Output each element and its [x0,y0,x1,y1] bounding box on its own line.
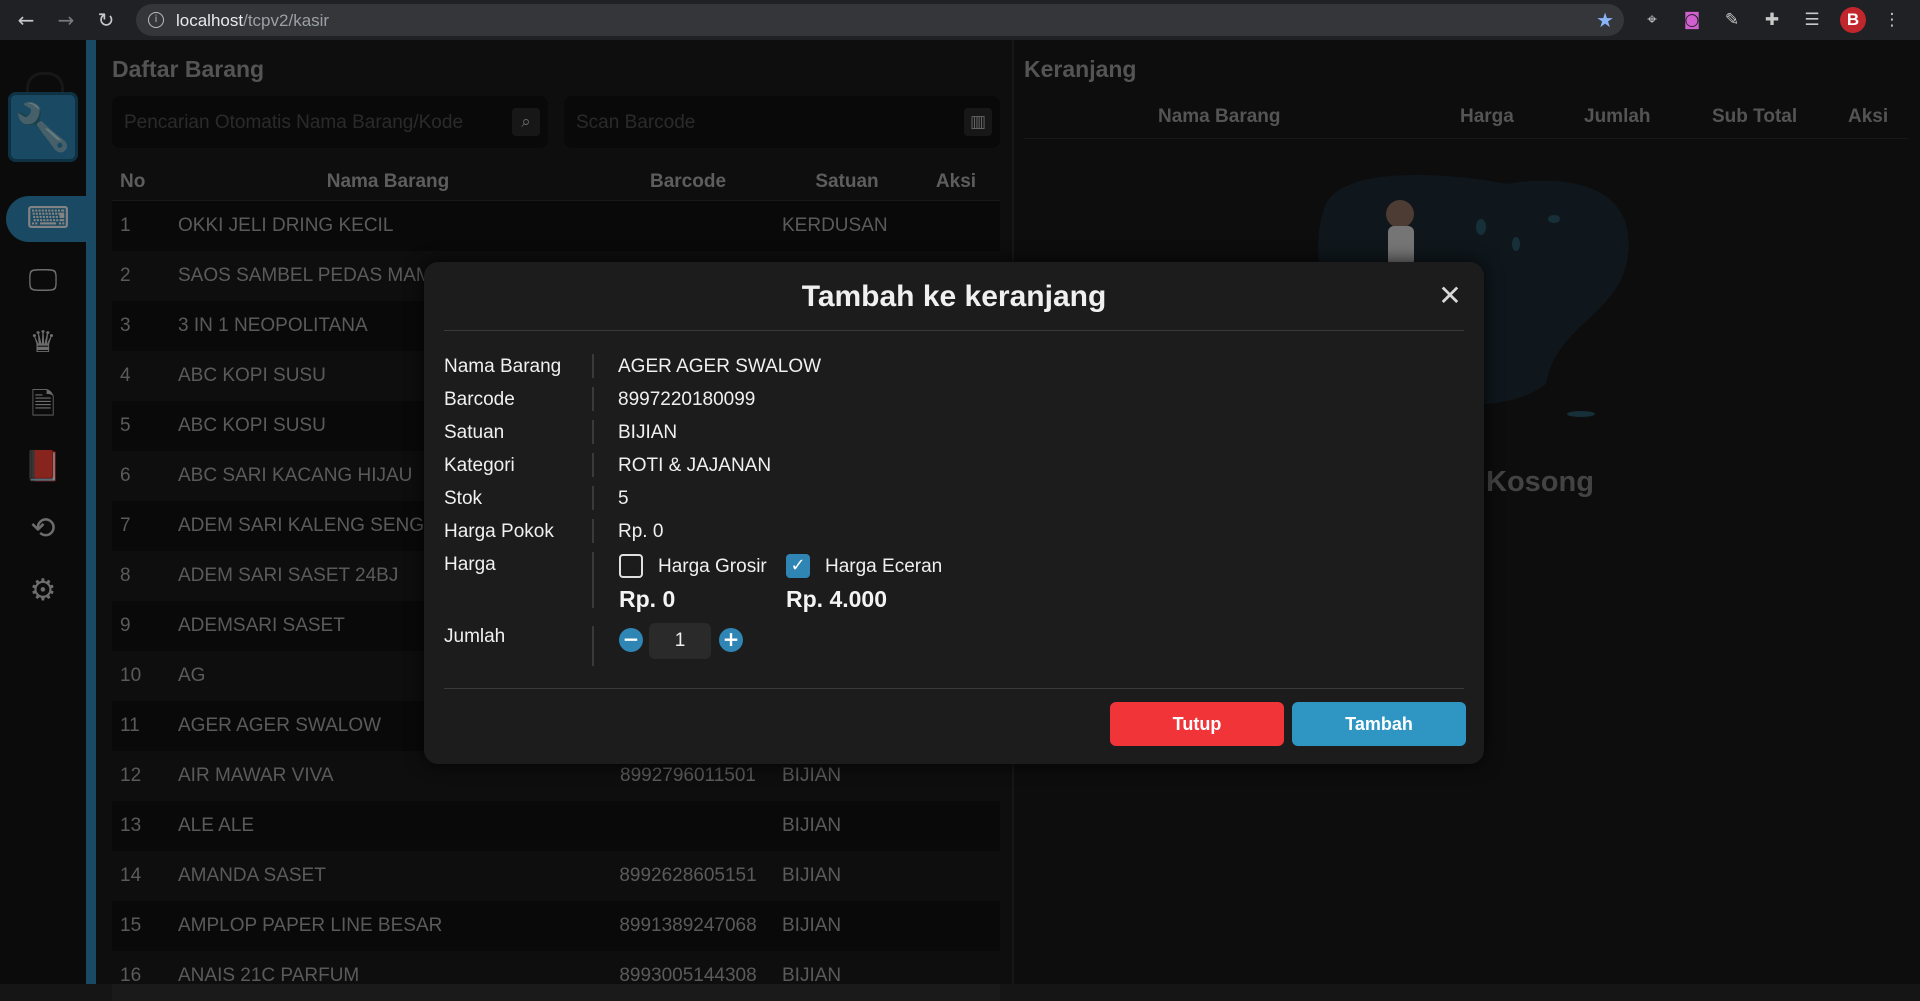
detail-label: Satuan [444,422,505,443]
location-icon[interactable]: ⌖ [1640,8,1664,32]
qty-label: Jumlah [444,626,506,647]
address-bar[interactable]: i localhost/tcpv2/kasir ★ [136,4,1624,36]
detail-row: Kategori ROTI & JAJANAN [444,453,1444,479]
qty-input[interactable] [649,623,711,659]
pen-icon[interactable]: ✎ [1720,8,1744,32]
reading-list-icon[interactable]: ☰ [1800,8,1824,32]
modal-header-divider [444,330,1464,331]
qty-row: Jumlah [444,626,1444,666]
browser-toolbar: ← → ↻ i localhost/tcpv2/kasir ★ ⌖ ◙ ✎ ✚ … [0,0,1920,40]
field-separator [592,552,594,608]
qty-decrease-minus-icon[interactable]: − [619,628,643,652]
detail-label: Nama Barang [444,356,562,377]
extensions-puzzle-icon[interactable]: ✚ [1760,8,1784,32]
field-separator [592,420,594,444]
close-icon[interactable]: ✕ [1436,282,1464,310]
detail-label: Barcode [444,389,515,410]
wholesale-price-value: Rp. 0 [619,586,676,612]
back-icon[interactable]: ← [14,8,38,32]
profile-avatar[interactable]: B [1840,7,1866,33]
detail-label: Stok [444,488,483,509]
detail-row: Stok 5 [444,486,1444,512]
detail-value: AGER AGER SWALOW [618,356,822,377]
detail-value: 5 [618,488,629,509]
field-separator [592,387,594,411]
detail-value: ROTI & JAJANAN [618,455,772,476]
forward-icon[interactable]: → [54,8,78,32]
site-info-icon[interactable]: i [148,12,164,28]
price-label: Harga [444,554,496,575]
modal-footer-divider [444,688,1464,689]
wholesale-price-checkbox[interactable] [619,554,643,578]
retail-price-label[interactable]: Harga Eceran [825,556,942,578]
retail-price-value: Rp. 4.000 [786,586,887,612]
detail-label: Harga Pokok [444,521,554,542]
url-text[interactable]: localhost/tcpv2/kasir [176,11,329,31]
detail-value: 8997220180099 [618,389,756,410]
retail-price-checkbox[interactable]: ✓ [786,554,810,578]
add-to-cart-modal: Tambah ke keranjang ✕ Nama Barang AGER AG… [424,262,1484,764]
wholesale-price-label[interactable]: Harga Grosir [658,556,767,578]
color-extension-icon[interactable]: ◙ [1680,8,1704,32]
detail-row: Barcode 8997220180099 [444,387,1444,413]
bookmark-star-icon[interactable]: ★ [1596,8,1614,32]
field-separator [592,626,594,666]
field-separator [592,486,594,510]
detail-value: BIJIAN [618,422,678,443]
menu-kebab-icon[interactable]: ⋮ [1880,8,1904,32]
detail-row: Satuan BIJIAN [444,420,1444,446]
modal-title: Tambah ke keranjang [801,280,1107,313]
field-separator [592,519,594,543]
detail-label: Kategori [444,455,515,476]
qty-increase-plus-icon[interactable]: + [719,628,743,652]
detail-value: Rp. 0 [618,521,664,542]
detail-row: Nama Barang AGER AGER SWALOW [444,354,1444,380]
detail-row: Harga Pokok Rp. 0 [444,519,1444,545]
reload-icon[interactable]: ↻ [94,8,118,32]
add-button[interactable]: Tambah [1292,702,1466,746]
price-row: Harga [444,552,1444,614]
field-separator [592,354,594,378]
close-button[interactable]: Tutup [1110,702,1284,746]
field-separator [592,453,594,477]
